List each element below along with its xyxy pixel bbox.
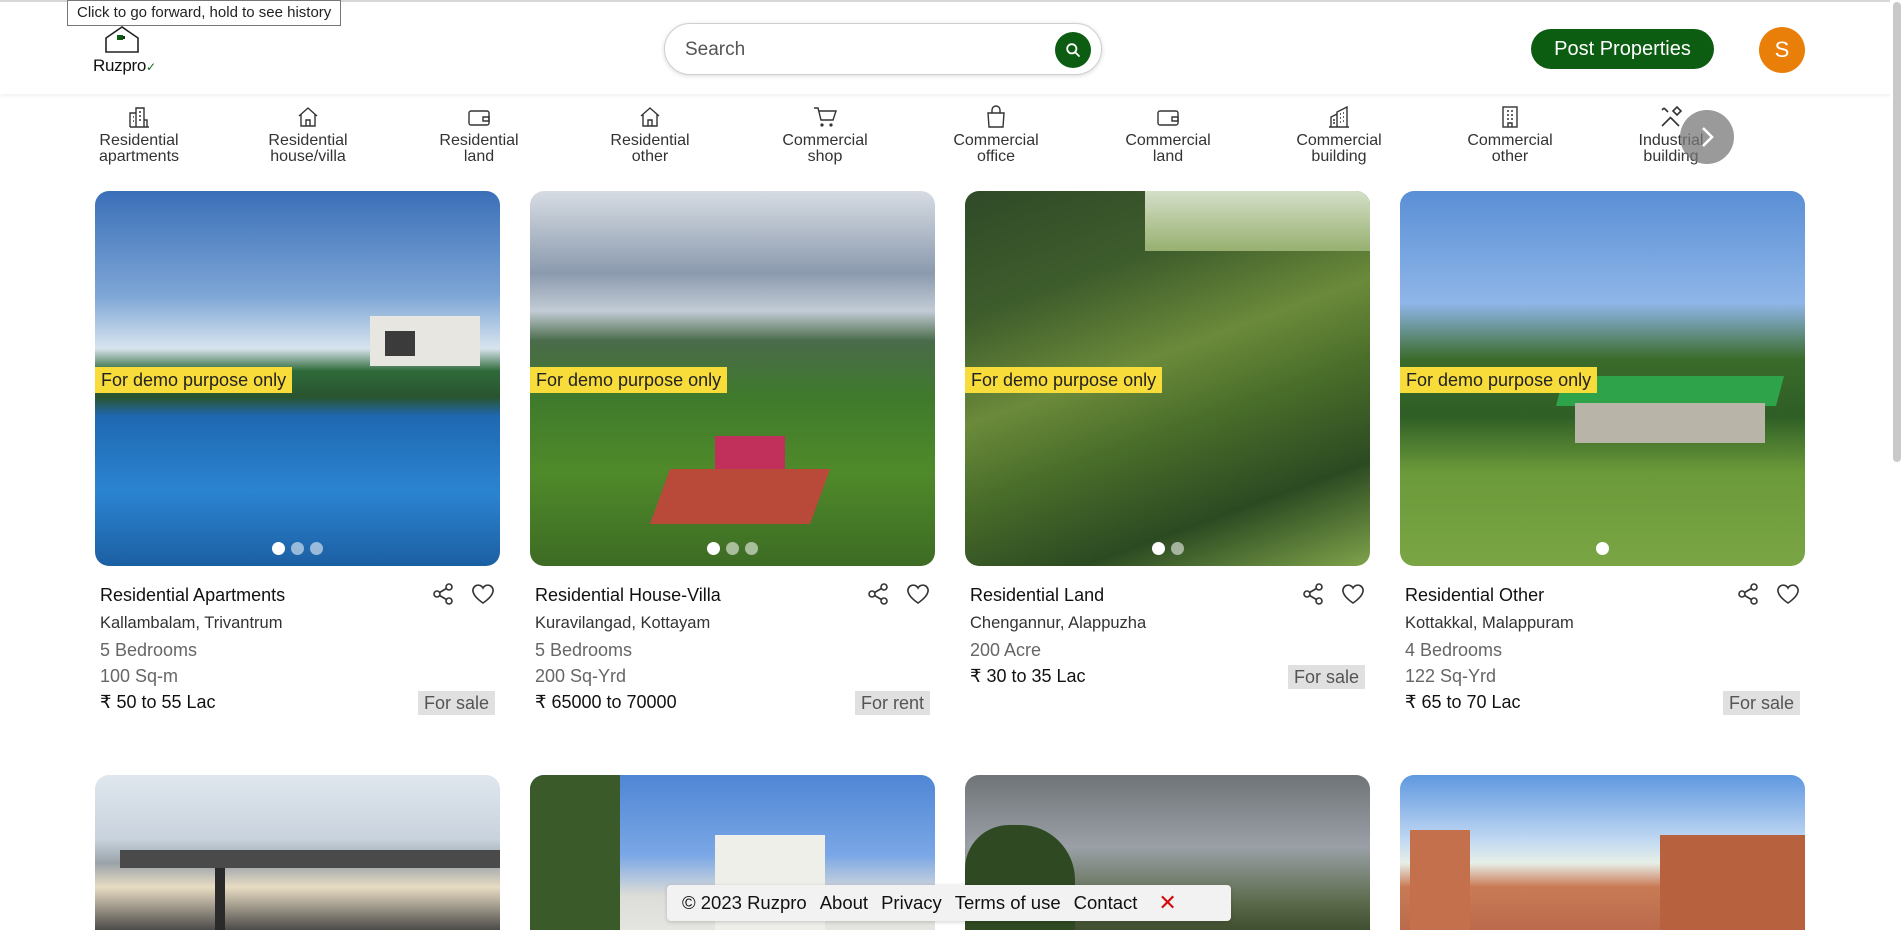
card-location: Kottakkal, Malappuram — [1405, 614, 1574, 632]
carousel-dot[interactable] — [707, 542, 720, 555]
card-title: Residential Land — [970, 585, 1105, 605]
card-area: 200 Sq-Yrd — [535, 666, 627, 686]
carousel-dot[interactable] — [1170, 542, 1184, 555]
scrollbar-thumb[interactable] — [1893, 2, 1901, 462]
card-bedrooms: 4 Bedrooms — [1405, 640, 1503, 660]
carousel-dot[interactable] — [1151, 542, 1165, 555]
bag-icon — [987, 105, 1005, 128]
status-badge: For rent — [854, 691, 930, 715]
property-photo[interactable]: For demo purpose only — [965, 191, 1370, 566]
category-commercial-shop[interactable]: Commercial shop — [755, 100, 895, 165]
building-icon — [129, 107, 149, 128]
category-commercial-office[interactable]: Commercial office — [926, 100, 1066, 165]
search-icon — [1066, 43, 1080, 57]
status-badge: For sale — [417, 691, 495, 715]
category-residential-land[interactable]: Residential land — [409, 100, 549, 165]
status-badge: For sale — [1722, 691, 1800, 715]
card-price: ₹ 65000 to 70000 — [535, 692, 677, 712]
share-icon[interactable] — [866, 582, 890, 606]
share-icon[interactable] — [1736, 582, 1760, 606]
demo-tag: For demo purpose only — [95, 367, 293, 393]
heart-icon[interactable] — [471, 582, 495, 606]
category-residential-house-villa[interactable]: Residential house/villa — [238, 100, 378, 165]
wallet-icon — [468, 110, 490, 126]
footer-contact-link[interactable]: Contact — [1074, 892, 1138, 914]
card-price: ₹ 65 to 70 Lac — [1405, 692, 1521, 712]
cart-icon — [814, 107, 837, 127]
property-photo[interactable]: For demo purpose only — [1400, 191, 1805, 566]
demo-tag: For demo purpose only — [1400, 367, 1598, 393]
footer-copyright: © 2023 Ruzpro — [682, 892, 807, 913]
carousel-dots — [965, 542, 1370, 555]
user-avatar[interactable]: S — [1759, 27, 1805, 73]
card-bedrooms: 5 Bedrooms — [100, 640, 198, 660]
category-commercial-building[interactable]: Commercial building — [1269, 100, 1409, 165]
property-card[interactable]: For demo purpose only Residential House-… — [530, 191, 935, 715]
category-bar: Residential apartments Residential house… — [0, 100, 1904, 174]
card-area: 200 Acre — [970, 640, 1042, 660]
card-area: 100 Sq-m — [100, 666, 179, 686]
house-icon — [298, 107, 318, 127]
card-bedrooms: 5 Bedrooms — [535, 640, 633, 660]
logo-text: Ruzpro✓ — [93, 56, 156, 75]
footer-bar: © 2023 Ruzpro About Privacy Terms of use… — [667, 885, 1231, 921]
share-icon[interactable] — [431, 582, 455, 606]
property-card[interactable]: For demo purpose only Residential Land C… — [965, 191, 1370, 689]
wallet-icon — [1157, 110, 1179, 126]
buildings-icon — [1329, 105, 1349, 128]
demo-tag: For demo purpose only — [530, 367, 728, 393]
card-title: Residential House-Villa — [535, 585, 721, 605]
card-title: Residential Apartments — [100, 585, 286, 605]
search-input[interactable] — [685, 36, 1015, 64]
category-residential-apartments[interactable]: Residential apartments — [69, 100, 209, 165]
chevron-right-icon — [1702, 127, 1714, 147]
search-button[interactable] — [1055, 32, 1091, 68]
property-photo[interactable] — [1400, 775, 1805, 930]
tools-icon — [1661, 105, 1683, 127]
card-location: Chengannur, Alappuzha — [970, 614, 1147, 632]
card-location: Kuravilangad, Kottayam — [535, 614, 711, 632]
heart-icon[interactable] — [1776, 582, 1800, 606]
card-area: 122 Sq-Yrd — [1405, 666, 1497, 686]
post-properties-button[interactable]: Post Properties — [1531, 29, 1714, 69]
house-logo-icon — [105, 26, 139, 53]
footer-about-link[interactable]: About — [820, 892, 868, 914]
share-icon[interactable] — [1301, 582, 1325, 606]
property-photo[interactable]: For demo purpose only — [95, 191, 500, 566]
page-scrollbar[interactable] — [1890, 0, 1904, 930]
carousel-dot[interactable] — [272, 542, 285, 555]
demo-tag: For demo purpose only — [965, 367, 1163, 393]
footer-terms-link[interactable]: Terms of use — [955, 892, 1061, 914]
carousel-dots — [530, 542, 935, 555]
card-price: ₹ 30 to 35 Lac — [970, 666, 1086, 686]
category-residential-other[interactable]: Residential other — [580, 100, 720, 165]
heart-icon[interactable] — [906, 582, 930, 606]
card-title: Residential Other — [1405, 585, 1545, 605]
carousel-dot[interactable] — [745, 542, 758, 555]
category-commercial-other[interactable]: Commercial other — [1440, 100, 1580, 165]
property-card[interactable]: For demo purpose only Residential Other … — [1400, 191, 1805, 715]
property-photo[interactable]: For demo purpose only — [530, 191, 935, 566]
carousel-dot[interactable] — [1596, 542, 1609, 555]
property-card[interactable]: For demo purpose only Residential Apartm… — [95, 191, 500, 715]
carousel-dot[interactable] — [726, 542, 739, 555]
browser-tooltip: Click to go forward, hold to see history — [67, 0, 342, 26]
category-commercial-land[interactable]: Commercial land — [1098, 100, 1238, 165]
carousel-dots — [1400, 542, 1805, 555]
footer-privacy-link[interactable]: Privacy — [881, 892, 942, 914]
card-location: Kallambalam, Trivantrum — [100, 614, 283, 632]
status-badge: For sale — [1287, 665, 1365, 689]
card-price: ₹ 50 to 55 Lac — [100, 692, 216, 712]
house-icon — [640, 107, 660, 127]
close-icon[interactable]: ✕ — [1158, 890, 1176, 916]
carousel-dot[interactable] — [291, 542, 304, 555]
search-bar — [664, 23, 1102, 75]
logo[interactable]: Ruzpro✓ — [91, 24, 156, 76]
carousel-dot[interactable] — [310, 542, 323, 555]
category-next-button[interactable] — [1680, 110, 1734, 164]
carousel-dots — [95, 542, 500, 555]
heart-icon[interactable] — [1341, 582, 1365, 606]
property-photo[interactable] — [95, 775, 500, 930]
office-building-icon — [1502, 106, 1518, 128]
